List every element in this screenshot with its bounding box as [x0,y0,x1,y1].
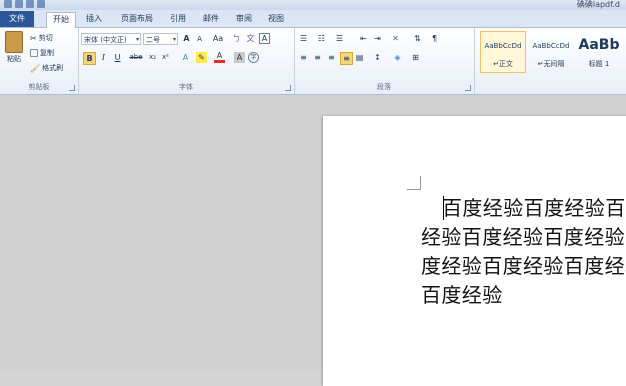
quick-access-toolbar [4,0,45,8]
style-normal[interactable]: AaBbCcDd ↵正文 [480,31,526,73]
font-size-select[interactable]: 二号 ▾ [143,33,178,45]
tab-review[interactable]: 审阅 [230,12,258,27]
undo-icon[interactable] [26,0,34,8]
format-painter-icon: 🖌 [30,63,41,73]
tab-file[interactable]: 文件 [0,11,34,27]
sort-icon[interactable]: ⇅ [412,33,423,44]
style-name: ↵正文 [493,60,513,68]
word-icon [4,0,12,8]
shading-icon[interactable]: ◈ [392,52,403,63]
shrink-font-button[interactable]: A [194,34,205,45]
font-group-label: 字体 [179,83,193,91]
copy-icon [30,49,38,57]
tab-references[interactable]: 引用 [164,12,192,27]
copy-button[interactable]: 复制 [30,48,54,58]
align-right-icon[interactable]: ≡ [326,52,337,63]
asian-layout-icon[interactable]: ✕ [390,33,401,44]
redo-icon[interactable] [37,0,45,8]
character-border-icon[interactable]: 文 [245,33,256,44]
font-launcher-icon[interactable] [285,85,291,91]
paste-button[interactable]: 粘贴 [5,31,23,64]
format-painter-button[interactable]: 🖌 格式刷 [30,63,63,73]
font-color-button[interactable]: A [214,52,225,63]
superscript-button[interactable]: x² [160,52,171,63]
grow-font-button[interactable]: A [181,33,192,44]
numbering-icon[interactable]: ☷ [316,33,327,44]
bold-button[interactable]: B [83,52,96,65]
cut-button[interactable]: ✂ 剪切 [30,33,53,43]
paste-label: 粘贴 [7,55,21,63]
style-no-spacing[interactable]: AaBbCcDd ↵无间隔 [528,31,574,73]
align-center-icon[interactable]: ≡ [312,52,323,63]
font-family-select[interactable]: 宋体 (中文正) ▾ [81,33,141,45]
document-body-text[interactable]: 百度经验百度经验百度经验百度经验百度经验百度经验百度经验百度经验百度经验 [421,194,626,310]
style-name: ↵无间隔 [537,60,565,68]
style-heading-1[interactable]: AaBb 标题 1 [576,31,622,73]
paragraph-launcher-icon[interactable] [465,85,471,91]
paragraph-group-label: 段落 [377,83,391,91]
decrease-indent-icon[interactable]: ⇤ [358,33,369,44]
underline-button[interactable]: U [112,52,123,63]
phonetic-guide-icon[interactable]: ㄅ [231,33,242,44]
style-name: 标题 1 [588,60,610,68]
text-effects-icon[interactable]: A [180,52,191,63]
tab-view[interactable]: 视图 [262,12,290,27]
document-page[interactable]: 百度经验百度经验百度经验百度经验百度经验百度经验百度经验百度经验百度经验 [323,116,626,386]
font-family-value: 宋体 (中文正) [84,36,127,44]
document-workspace: 百度经验百度经验百度经验百度经验百度经验百度经验百度经验百度经验百度经验 [0,95,626,386]
clipboard-group-label: 剪贴板 [28,83,50,91]
strikethrough-button[interactable]: abe [128,52,144,63]
tab-page-layout[interactable]: 页面布局 [114,12,160,27]
tab-insert[interactable]: 插入 [80,12,108,27]
show-formatting-icon[interactable]: ¶ [429,33,440,44]
window-title: 碘碘lapdf.d [576,0,620,9]
align-left-icon[interactable]: ≡ [298,52,309,63]
tab-home[interactable]: 开始 [46,12,76,29]
clipboard-group: 粘贴 ✂ 剪切 复制 🖌 格式刷 剪贴板 [0,28,79,94]
copy-label: 复制 [40,49,54,57]
style-sample: AaBbCcDd [532,42,570,50]
justify-icon[interactable]: ≡ [340,52,353,65]
italic-button[interactable]: I [98,52,109,63]
title-bar: 碘碘lapdf.d [0,0,626,10]
change-case-button[interactable]: Aa [211,33,225,44]
save-icon[interactable] [15,0,23,8]
style-sample: AaBb [578,37,620,53]
chevron-down-icon: ▾ [172,36,176,43]
format-painter-label: 格式刷 [42,64,64,72]
increase-indent-icon[interactable]: ⇥ [372,33,383,44]
character-shading-icon[interactable]: A [234,52,245,63]
distributed-icon[interactable]: ▤ [354,52,365,63]
style-sample: AaBbCcDd [484,42,522,50]
margin-corner-mark [407,176,421,190]
multilevel-list-icon[interactable]: ☰ [334,33,345,44]
tab-mailings[interactable]: 邮件 [197,12,225,27]
styles-group: AaBbCcDd ↵正文 AaBbCcDd ↵无间隔 AaBb 标题 1 [474,28,626,94]
clear-formatting-button[interactable]: A [259,33,270,44]
ribbon: 粘贴 ✂ 剪切 复制 🖌 格式刷 剪贴板 宋体 (中文正) ▾ 二号 ▾ A A… [0,28,626,95]
scissors-icon: ✂ [30,33,37,43]
ribbon-tabs: 文件 开始 插入 页面布局 引用 邮件 审阅 视图 [0,10,626,29]
chevron-down-icon: ▾ [135,36,139,43]
highlight-icon[interactable]: ✎ [196,52,207,63]
cut-label: 剪切 [38,34,53,42]
font-group: 宋体 (中文正) ▾ 二号 ▾ A A Aa ㄅ 文 A B I U abe x… [78,28,295,94]
bullets-icon[interactable]: ☰ [298,33,309,44]
enclose-characters-icon[interactable]: 字 [248,52,259,63]
subscript-button[interactable]: x₂ [147,52,158,63]
paste-icon [5,31,23,53]
paragraph-group: ☰ ☷ ☰ ⇤ ⇥ ✕ ⇅ ¶ ≡ ≡ ≡ ≡ ▤ ↕ ◈ ⊞ 段落 [294,28,475,94]
line-spacing-icon[interactable]: ↕ [372,52,383,63]
borders-icon[interactable]: ⊞ [410,52,421,63]
clipboard-launcher-icon[interactable] [69,85,75,91]
font-size-value: 二号 [146,36,160,44]
